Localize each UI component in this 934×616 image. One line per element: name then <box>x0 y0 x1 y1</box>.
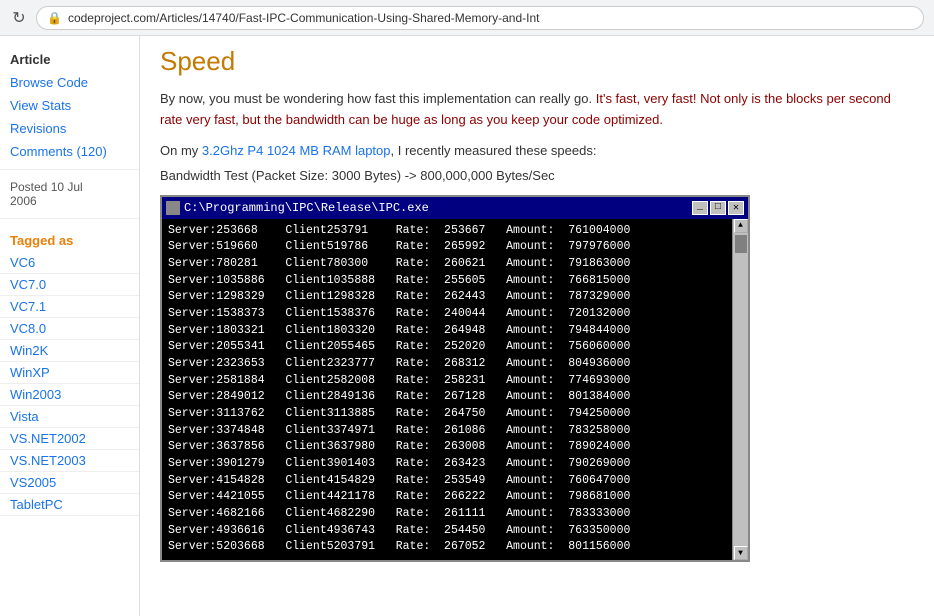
browser-bar: ↻ 🔒 codeproject.com/Articles/14740/Fast-… <box>0 0 934 36</box>
terminal-window-buttons: _ □ ✕ <box>692 201 744 215</box>
tag-win2k[interactable]: Win2K <box>0 340 139 362</box>
terminal-content-area: Server:253668 Client253791 Rate: 253667 … <box>162 219 748 560</box>
sidebar-divider-2 <box>0 218 139 219</box>
page-layout: Article Browse Code View Stats Revisions… <box>0 36 934 616</box>
sidebar-divider-1 <box>0 169 139 170</box>
tag-tabletpc[interactable]: TabletPC <box>0 494 139 516</box>
scrollbar-up-arrow[interactable]: ▲ <box>734 219 748 233</box>
sidebar: Article Browse Code View Stats Revisions… <box>0 36 140 616</box>
tag-vc70[interactable]: VC7.0 <box>0 274 139 296</box>
scrollbar-down-arrow[interactable]: ▼ <box>734 546 748 560</box>
terminal-titlebar: C:\Programming\IPC\Release\IPC.exe _ □ ✕ <box>162 197 748 219</box>
page-title: Speed <box>160 46 914 77</box>
article-section-title: Article <box>0 46 139 71</box>
tag-vc6[interactable]: VC6 <box>0 252 139 274</box>
terminal-title-left: C:\Programming\IPC\Release\IPC.exe <box>166 201 429 215</box>
terminal-title-text: C:\Programming\IPC\Release\IPC.exe <box>184 201 429 215</box>
intro-paragraph: By now, you must be wondering how fast t… <box>160 89 914 131</box>
terminal-body: Server:253668 Client253791 Rate: 253667 … <box>162 219 732 560</box>
terminal-window: C:\Programming\IPC\Release\IPC.exe _ □ ✕… <box>160 195 750 562</box>
main-content: Speed By now, you must be wondering how … <box>140 36 934 616</box>
url-bar[interactable]: 🔒 codeproject.com/Articles/14740/Fast-IP… <box>36 6 924 30</box>
tag-vista[interactable]: Vista <box>0 406 139 428</box>
terminal-app-icon <box>166 201 180 215</box>
laptop-spec-link: 3.2Ghz P4 1024 MB RAM laptop <box>202 143 391 158</box>
url-text: codeproject.com/Articles/14740/Fast-IPC-… <box>68 11 540 25</box>
tag-vc80[interactable]: VC8.0 <box>0 318 139 340</box>
terminal-scrollbar[interactable]: ▲ ▼ <box>732 219 748 560</box>
terminal-output: Server:253668 Client253791 Rate: 253667 … <box>168 223 714 556</box>
sidebar-view-stats[interactable]: View Stats <box>0 94 139 117</box>
terminal-minimize-button[interactable]: _ <box>692 201 708 215</box>
bandwidth-test-line: Bandwidth Test (Packet Size: 3000 Bytes)… <box>160 168 914 183</box>
sidebar-posted: Posted 10 Jul2006 <box>0 176 139 212</box>
tagged-as-title: Tagged as <box>0 225 139 252</box>
tag-winxp[interactable]: WinXP <box>0 362 139 384</box>
terminal-restore-button[interactable]: □ <box>710 201 726 215</box>
sidebar-revisions[interactable]: Revisions <box>0 117 139 140</box>
speed-intro-line: On my 3.2Ghz P4 1024 MB RAM laptop, I re… <box>160 143 914 158</box>
tag-win2003[interactable]: Win2003 <box>0 384 139 406</box>
tag-vc71[interactable]: VC7.1 <box>0 296 139 318</box>
tag-vs2005[interactable]: VS2005 <box>0 472 139 494</box>
refresh-button[interactable]: ↻ <box>10 9 28 27</box>
bandwidth-label: Bandwidth Test (Packet Size: 3000 Bytes)… <box>160 168 555 183</box>
sidebar-comments[interactable]: Comments (120) <box>0 140 139 163</box>
lock-icon: 🔒 <box>47 11 62 25</box>
terminal-close-button[interactable]: ✕ <box>728 201 744 215</box>
tag-vsnet2002[interactable]: VS.NET2002 <box>0 428 139 450</box>
sidebar-browse-code[interactable]: Browse Code <box>0 71 139 94</box>
scrollbar-thumb <box>735 235 747 253</box>
highlight-text: It's fast, very fast! Not only is the bl… <box>160 91 891 127</box>
tag-vsnet2003[interactable]: VS.NET2003 <box>0 450 139 472</box>
